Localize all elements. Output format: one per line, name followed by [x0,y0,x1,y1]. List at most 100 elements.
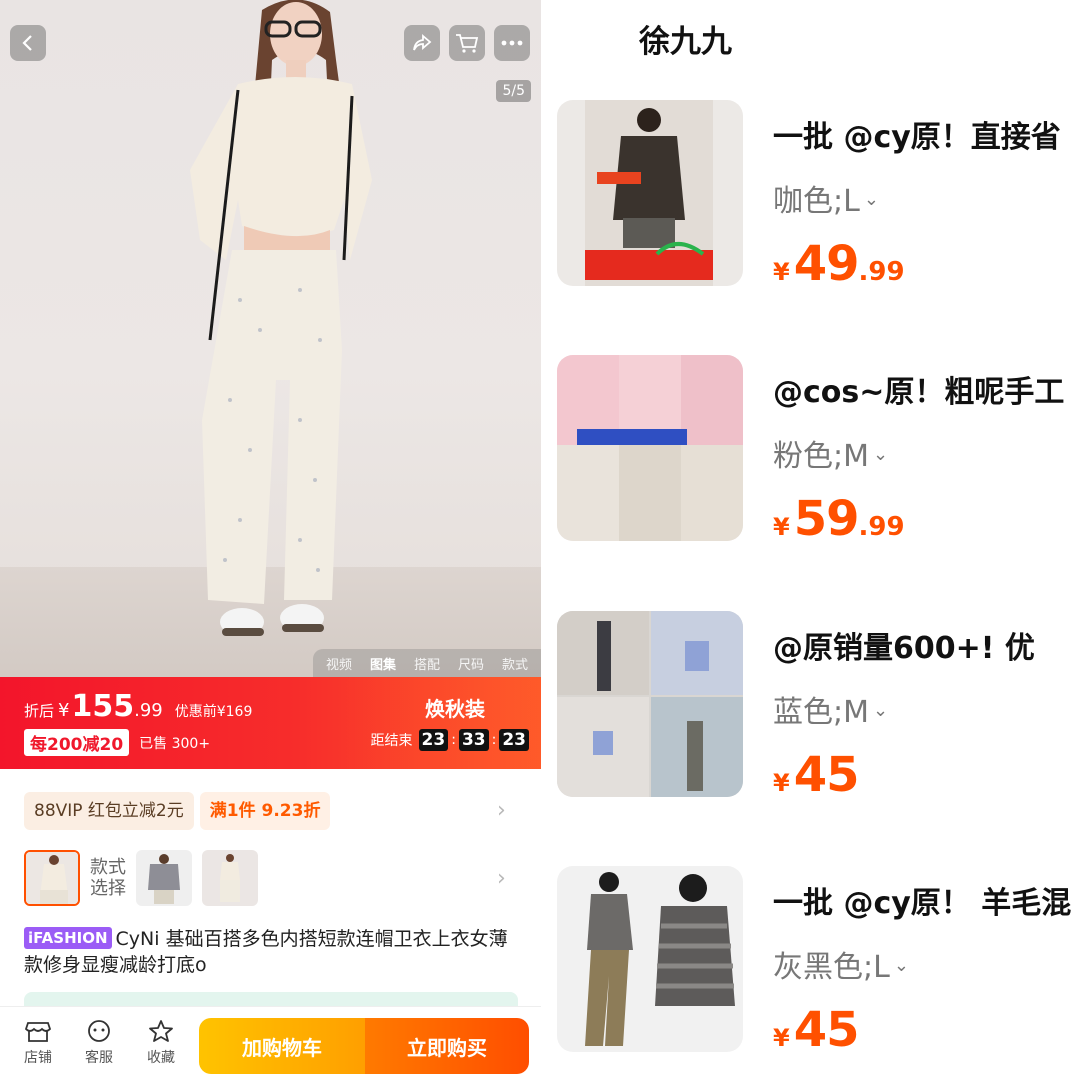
store-icon [25,1022,51,1042]
order-thumb [557,355,743,541]
back-button[interactable] [10,25,46,61]
order-item[interactable]: @原销量600+! 优 蓝色;M ⌄ ¥ 45 [541,611,1080,811]
coupon-badge: 每200减20 [24,729,130,756]
order-thumb-image [557,611,743,797]
style-thumb-selected[interactable] [24,850,80,906]
nav-service[interactable]: 客服 [77,1019,121,1067]
order-spec-text: 粉色;M [773,439,869,474]
vip-promo-chip[interactable]: 88VIP 红包立减2元 [24,792,194,830]
sold-count: 已售 300+ [139,735,211,752]
price-decimal: .99 [134,700,163,721]
style-thumb[interactable] [136,850,192,906]
order-item[interactable]: 一批 @cy原！直接省 咖色;L ⌄ ¥ 49 .99 [541,100,1080,300]
tab-gallery[interactable]: 图集 [370,654,396,673]
price-integer: 45 [793,1002,860,1058]
order-price: ¥ 49 .99 [773,236,905,292]
price-integer: 155 [71,689,135,724]
tab-outfit[interactable]: 搭配 [414,654,440,673]
price-decimal: .99 [858,512,905,542]
order-spec[interactable]: 粉色;M ⌄ [773,431,888,475]
order-spec[interactable]: 灰黑色;L ⌄ [773,942,909,986]
style-thumb-image [136,850,192,906]
style-select-label: 款式 选择 [90,857,126,899]
media-tab-bar: 视频 图集 搭配 尺码 款式 [313,649,541,677]
ifashion-badge: iFASHION [24,927,112,949]
order-thumb [557,611,743,797]
promo-row[interactable]: 88VIP 红包立减2元 满1件 9.23折 [24,792,336,830]
order-item[interactable]: @cos~原！粗呢手工 粉色;M ⌄ ¥ 59 .99 [541,355,1080,555]
bottom-action-bar: 店铺 客服 收藏 加购物车 立即购买 [0,1006,541,1080]
coupon-line: 每200减20 已售 300+ [24,729,210,756]
order-thumb [557,100,743,286]
currency-symbol: ¥ [58,700,70,721]
order-thumb-image [557,355,743,541]
share-button[interactable] [404,25,440,61]
product-image-gallery[interactable]: 5/5 视频 图集 搭配 尺码 款式 [0,0,541,677]
more-dots-icon [501,40,523,46]
price-integer: 45 [793,747,860,803]
more-button[interactable] [494,25,530,61]
original-price: 优惠前¥169 [174,704,253,720]
order-spec[interactable]: 咖色;L ⌄ [773,176,879,220]
nav-store-label: 店铺 [24,1050,52,1066]
chevron-down-icon: ⌄ [893,955,909,976]
shop-name: 徐九九 [639,24,732,60]
model-photo [190,0,372,636]
tab-style[interactable]: 款式 [502,654,528,673]
buy-now-button[interactable]: 立即购买 [365,1018,529,1074]
cart-icon [456,34,479,53]
tab-video[interactable]: 视频 [326,654,352,673]
order-title: 一批 @cy原！ 羊毛混 [773,886,1072,921]
order-list-panel: 徐九九 一批 @cy原！直接省 咖色;L ⌄ ¥ 49 .99 @cos~原！粗… [541,0,1080,1080]
order-price: ¥ 45 [773,747,859,803]
countdown-label: 距结束 [370,733,413,749]
chevron-right-icon[interactable]: › [497,798,506,823]
order-spec-text: 蓝色;M [773,695,869,730]
currency-symbol: ¥ [773,769,790,797]
order-title: @原销量600+! 优 [773,631,1035,666]
style-selector[interactable]: 款式 选择 [24,850,258,906]
nav-favorite[interactable]: 收藏 [139,1019,183,1067]
order-thumb [557,866,743,1052]
star-icon [149,1020,173,1042]
tab-size[interactable]: 尺码 [458,654,484,673]
price-integer: 59 [793,491,860,547]
countdown-seconds: 23 [499,729,529,751]
image-counter: 5/5 [496,80,531,102]
discount-promo-chip[interactable]: 满1件 9.23折 [199,792,331,830]
price-decimal: .99 [858,257,905,287]
countdown: 距结束 23 : 33 : 23 [371,729,529,751]
countdown-separator: : [451,732,456,748]
currency-symbol: ¥ [773,258,790,286]
chevron-left-icon [22,35,32,51]
product-title: iFASHION CyNi 基础百搭多色内搭短款连帽卫衣上衣女薄款修身显瘦减龄打底… [24,926,524,978]
campaign-title: 焕秋装 [425,697,485,721]
order-item[interactable]: 一批 @cy原！ 羊毛混 灰黑色;L ⌄ ¥ 45 [541,866,1080,1066]
chevron-down-icon: ⌄ [863,189,879,210]
countdown-minutes: 33 [458,729,489,751]
currency-symbol: ¥ [773,513,790,541]
campaign-tint [338,677,541,769]
nav-store[interactable]: 店铺 [16,1019,60,1067]
countdown-hours: 23 [418,729,449,751]
price-integer: 49 [793,236,860,292]
style-label-line2: 选择 [90,878,126,899]
price-line: 折后 ¥ 155 .99 优惠前¥169 [24,689,252,724]
chevron-down-icon: ⌄ [873,700,889,721]
style-thumb-image [202,850,258,906]
nav-service-label: 客服 [85,1050,113,1066]
chevron-right-icon[interactable]: › [497,866,506,891]
order-spec[interactable]: 蓝色;M ⌄ [773,687,888,731]
order-thumb-image [557,100,743,286]
service-icon [88,1020,110,1042]
order-spec-text: 灰黑色;L [773,950,890,985]
style-thumb[interactable] [202,850,258,906]
nav-favorite-label: 收藏 [147,1050,175,1066]
cart-button[interactable] [449,25,485,61]
currency-symbol: ¥ [773,1024,790,1052]
screen: 5/5 视频 图集 搭配 尺码 款式 折后 ¥ 155 .99 优惠前¥169 … [0,0,1080,1080]
product-detail-panel: 5/5 视频 图集 搭配 尺码 款式 折后 ¥ 155 .99 优惠前¥169 … [0,0,541,1080]
after-discount-label: 折后 [24,702,55,720]
style-label-line1: 款式 [90,857,126,878]
add-to-cart-button[interactable]: 加购物车 [199,1018,365,1074]
